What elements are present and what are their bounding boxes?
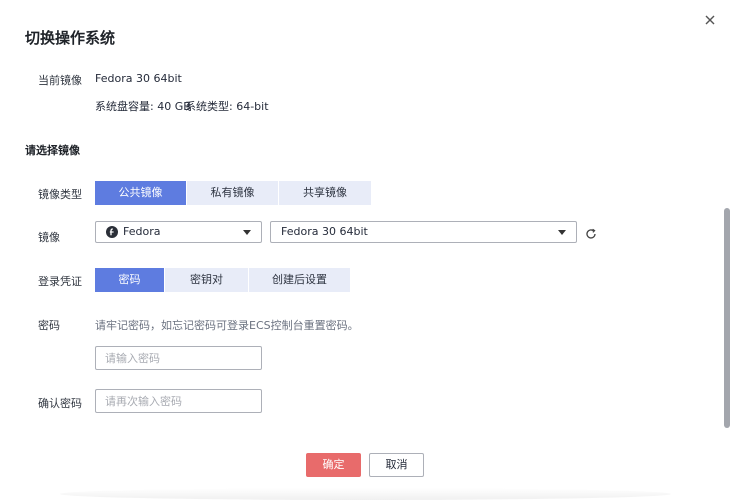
confirm-password-input[interactable]	[95, 389, 262, 413]
image-type-private[interactable]: 私有镜像	[187, 181, 278, 205]
password-label: 密码	[38, 319, 60, 332]
refresh-icon[interactable]	[584, 227, 598, 241]
cancel-button[interactable]: 取消	[369, 453, 424, 477]
image-version-value: Fedora 30 64bit	[281, 225, 368, 238]
image-type-segmented: 公共镜像 私有镜像 共享镜像	[95, 181, 372, 205]
dialog-title: 切换操作系统	[25, 29, 116, 47]
switch-os-dialog: 切换操作系统 当前镜像 Fedora 30 64bit 系统盘容量: 40 GB…	[0, 0, 731, 500]
section-title: 请选择镜像	[25, 144, 80, 157]
os-select[interactable]: Fedora	[95, 221, 262, 243]
disk-capacity: 系统盘容量: 40 GB	[95, 100, 191, 113]
credential-keypair[interactable]: 密钥对	[165, 268, 248, 292]
image-version-select[interactable]: Fedora 30 64bit	[270, 221, 577, 243]
credential-segmented: 密码 密钥对 创建后设置	[95, 268, 351, 292]
dialog-shadow	[60, 488, 671, 500]
fedora-icon	[106, 226, 118, 238]
ok-button[interactable]: 确定	[306, 453, 361, 477]
close-icon[interactable]	[702, 12, 718, 28]
image-label: 镜像	[38, 231, 60, 244]
password-hint: 请牢记密码，如忘记密码可登录ECS控制台重置密码。	[95, 319, 359, 332]
credential-password[interactable]: 密码	[95, 268, 164, 292]
current-image-name: Fedora 30 64bit	[95, 72, 182, 85]
system-type: 系统类型: 64-bit	[185, 100, 269, 113]
current-image-label: 当前镜像	[38, 74, 82, 87]
image-type-shared[interactable]: 共享镜像	[279, 181, 371, 205]
scrollbar-thumb[interactable]	[724, 208, 730, 428]
credential-set-later[interactable]: 创建后设置	[249, 268, 350, 292]
os-select-value: Fedora	[123, 225, 161, 238]
image-type-public[interactable]: 公共镜像	[95, 181, 186, 205]
password-input[interactable]	[95, 346, 262, 370]
chevron-down-icon	[558, 230, 566, 235]
chevron-down-icon	[243, 230, 251, 235]
confirm-password-label: 确认密码	[38, 397, 82, 410]
credential-label: 登录凭证	[38, 275, 82, 288]
image-type-label: 镜像类型	[38, 188, 82, 201]
